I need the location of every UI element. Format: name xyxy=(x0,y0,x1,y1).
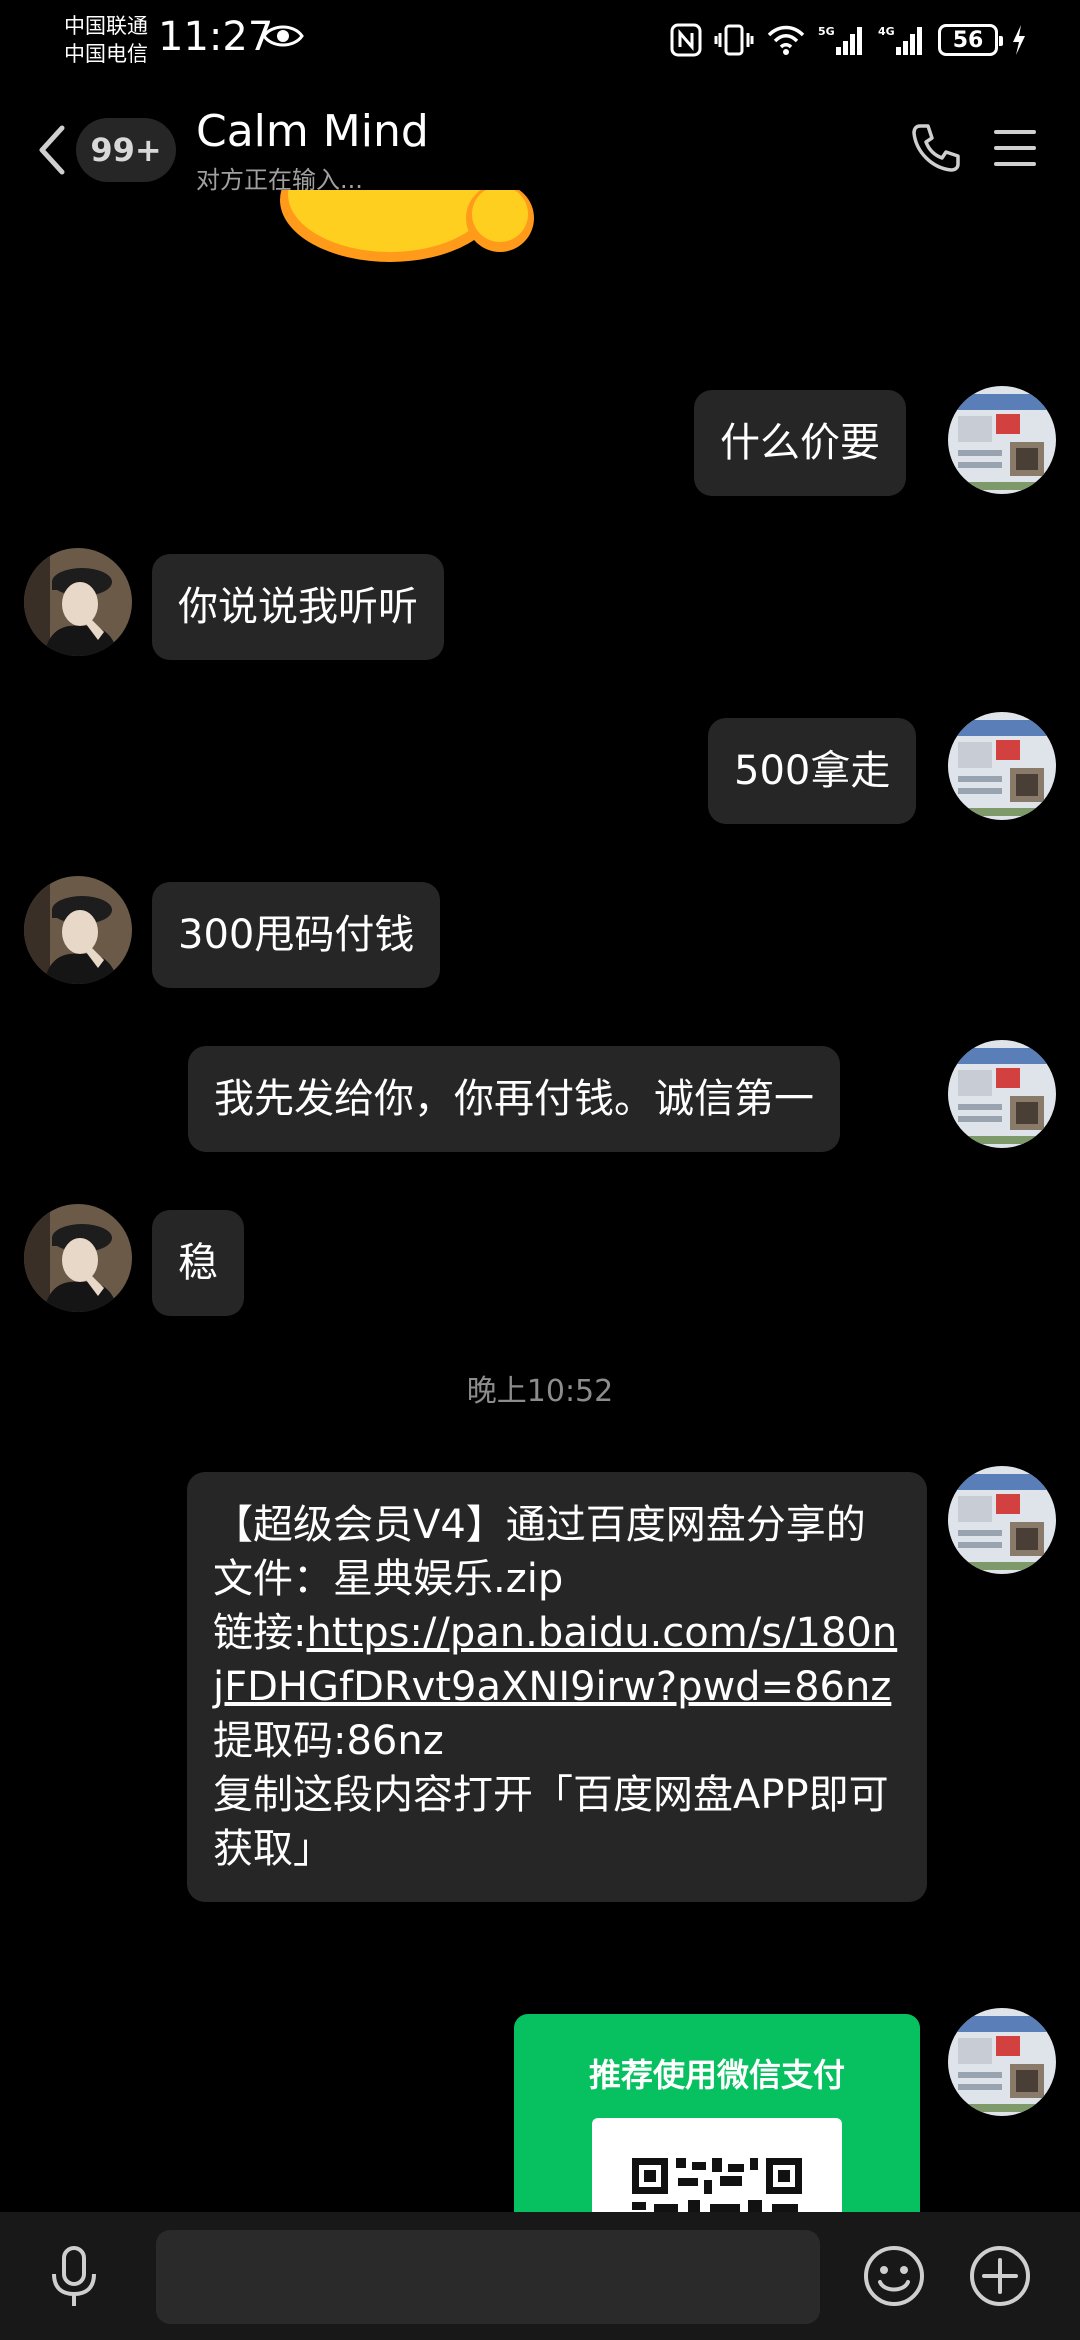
menu-icon[interactable] xyxy=(990,124,1040,172)
message-text-input[interactable] xyxy=(156,2230,820,2324)
back-arrow-icon[interactable] xyxy=(32,122,72,178)
my-avatar[interactable] xyxy=(948,1466,1056,1574)
wechat-pay-card[interactable]: 推荐使用微信支付 xyxy=(514,2014,920,2234)
contact-avatar[interactable] xyxy=(24,548,132,656)
timestamp-divider: 晚上10:52 xyxy=(466,1374,614,1409)
status-bar: 中国联通 中国电信 11:27 5G 4G 56 xyxy=(0,0,1080,80)
message-bubble-outgoing[interactable]: 500拿走 xyxy=(708,718,917,824)
emoji-icon[interactable] xyxy=(862,2244,926,2308)
pay-card-title: 推荐使用微信支付 xyxy=(588,2056,845,2094)
signal-5g-icon: 5G xyxy=(818,25,862,55)
message-input-bar xyxy=(0,2212,1080,2340)
contact-avatar-image xyxy=(24,548,132,656)
chat-screen: 中国联通 中国电信 11:27 5G 4G 56 99+ Calm Mind 对… xyxy=(0,0,1080,2340)
contact-avatar-image xyxy=(24,1204,132,1312)
message-bubble-incoming[interactable]: 你说说我听听 xyxy=(152,554,444,660)
share-link[interactable]: https://pan.baidu.com/s/180njFDHGfDRvt9a… xyxy=(213,1610,897,1710)
unread-count-badge[interactable]: 99+ xyxy=(76,118,176,182)
network-2-label: 4G xyxy=(878,25,895,38)
message-bubble-outgoing[interactable]: 什么价要 xyxy=(694,390,906,496)
wifi-icon xyxy=(767,25,805,55)
network-1-label: 5G xyxy=(818,25,835,38)
contact-avatar-image xyxy=(24,876,132,984)
carrier-1: 中国联通 xyxy=(64,14,148,38)
contact-avatar[interactable] xyxy=(24,876,132,984)
share-note: 复制这段内容打开「百度网盘APP即可获取」 xyxy=(213,1772,889,1872)
my-avatar-image xyxy=(948,2008,1056,2116)
my-avatar[interactable] xyxy=(948,1040,1056,1148)
microphone-icon[interactable] xyxy=(46,2244,102,2310)
battery-indicator: 56 xyxy=(938,24,1003,56)
message-bubble-outgoing[interactable]: 我先发给你，你再付钱。诚信第一 xyxy=(188,1046,840,1152)
vibrate-icon xyxy=(714,24,754,56)
charging-icon xyxy=(1013,25,1025,55)
my-avatar-image xyxy=(948,1040,1056,1148)
link-prefix: 链接: xyxy=(213,1610,307,1656)
my-avatar[interactable] xyxy=(948,386,1056,494)
my-avatar[interactable] xyxy=(948,2008,1056,2116)
signal-4g-icon: 4G xyxy=(878,25,922,55)
contact-avatar[interactable] xyxy=(24,1204,132,1312)
carrier-info: 中国联通 中国电信 xyxy=(64,12,148,68)
add-attachment-icon[interactable] xyxy=(968,2244,1032,2308)
contact-name[interactable]: Calm Mind xyxy=(196,106,429,157)
my-avatar-image xyxy=(948,386,1056,494)
phone-call-icon[interactable] xyxy=(908,120,964,176)
message-bubble-incoming[interactable]: 300甩码付钱 xyxy=(152,882,441,988)
extraction-code: 提取码:86nz xyxy=(213,1718,444,1764)
sticker-image[interactable] xyxy=(270,190,570,290)
eye-icon xyxy=(262,25,304,47)
my-avatar-image xyxy=(948,712,1056,820)
clock: 11:27 xyxy=(158,14,274,60)
my-avatar[interactable] xyxy=(948,712,1056,820)
message-bubble-incoming[interactable]: 稳 xyxy=(152,1210,244,1316)
my-avatar-image xyxy=(948,1466,1056,1574)
nfc-icon xyxy=(670,23,702,57)
file-share-message[interactable]: 【超级会员V4】通过百度网盘分享的文件：星典娱乐.zip 链接:https://… xyxy=(187,1472,927,1902)
status-icons: 5G 4G 56 xyxy=(670,20,1028,60)
carrier-2: 中国电信 xyxy=(64,42,148,66)
file-share-title: 【超级会员V4】通过百度网盘分享的文件：星典娱乐.zip xyxy=(213,1502,866,1602)
